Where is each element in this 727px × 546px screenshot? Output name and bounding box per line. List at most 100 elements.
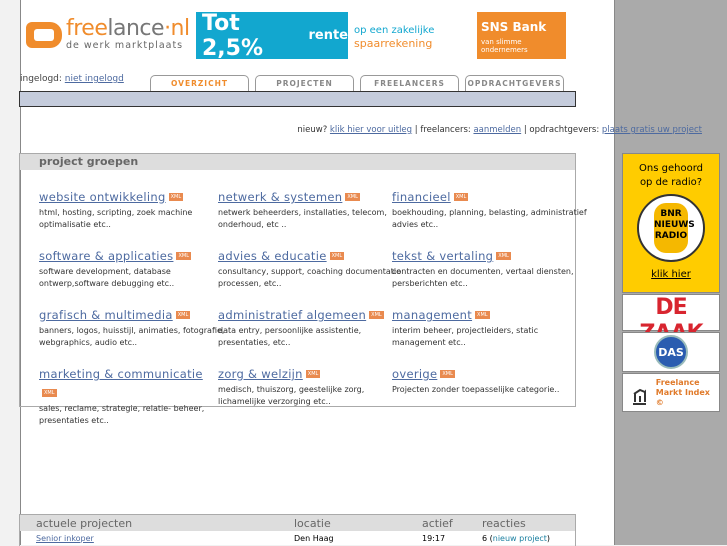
xml-feed-icon[interactable]: XML (305, 369, 321, 378)
project-groups-panel: project groepen website ontwikkeling XML h… (19, 153, 587, 425)
group-link[interactable]: zorg & welzijn (218, 367, 303, 381)
banner-line1: op een zakelijke (354, 25, 435, 36)
group-desc: software development, database ontwerp,so… (39, 266, 218, 290)
register-link[interactable]: aanmelden (473, 125, 521, 135)
freelance-market-index-ad[interactable]: Freelance Markt Index © (622, 373, 720, 412)
main-nav-tabs: OVERZICHT PROJECTEN FREELANCERS OPDRACHT… (150, 75, 564, 92)
tab-opdrachtgevers[interactable]: OPDRACHTGEVERS (465, 75, 564, 92)
logo-title-a: free (66, 16, 108, 41)
dezaak-ad[interactable]: DE ZAAKKENNISNETWERK VOOR ONDERNEMERS (622, 294, 720, 352)
info-line: nieuw? klik hier voor uitleg | freelance… (297, 125, 702, 135)
group-desc: interim beheer, projectleiders, static ma… (392, 325, 582, 349)
xml-feed-icon[interactable]: XML (453, 192, 469, 201)
group-desc: html, hosting, scripting, zoek machine op… (39, 207, 218, 231)
group-desc: boekhouding, planning, belasting, admini… (392, 207, 587, 231)
project-active: 19:17 (422, 534, 446, 543)
chart-icon (633, 388, 646, 405)
info-new: nieuw? (297, 125, 328, 135)
xml-feed-icon[interactable]: XML (42, 388, 57, 397)
login-link[interactable]: niet ingelogd (65, 74, 124, 84)
group-desc-line2: optimalisatie etc.. (39, 220, 111, 229)
table-row: Senior inkoper Den Haag 19:17 6 (nieuw p… (36, 534, 551, 543)
group-desc-line1: html, hosting, scripting, zoek machine (39, 208, 193, 217)
group-desc-line1: netwerk beheerders, installaties, teleco… (218, 208, 387, 217)
new-project-tag: nieuw project (492, 534, 547, 543)
bnr-link[interactable]: klik hier (651, 269, 691, 280)
group-desc-line2: persberichten etc.. (392, 279, 468, 288)
group-link[interactable]: software & applicaties (39, 249, 173, 263)
group-link[interactable]: website ontwikkeling (39, 190, 166, 204)
group-desc-line1: sales, reclame, strategie, relatie- behe… (39, 404, 205, 413)
group-link[interactable]: overige (392, 367, 437, 381)
group-desc-line1: banners, logos, huisstijl, animaties, fo… (39, 326, 225, 335)
group-desc: Projecten zonder toepasselijke categorie… (392, 384, 582, 396)
bnr-line1: Ons gehoord (639, 163, 703, 174)
tab-projecten[interactable]: PROJECTEN (255, 75, 354, 92)
group-desc-line1: interim beheer, projectleiders, static (392, 326, 539, 335)
project-group: software & applicaties XML software develo… (39, 245, 218, 290)
post-project-link[interactable]: plaats gratis uw project (602, 125, 702, 135)
group-desc-line1: Projecten zonder toepasselijke categorie… (392, 385, 560, 394)
project-link[interactable]: Senior inkoper (36, 534, 94, 543)
group-link[interactable]: tekst & vertaling (392, 249, 493, 263)
group-desc-line2: onderhoud, etc .. (218, 220, 287, 229)
xml-feed-icon[interactable]: XML (329, 251, 345, 260)
xml-feed-icon[interactable]: XML (345, 192, 360, 201)
xml-feed-icon[interactable]: XML (496, 251, 511, 260)
group-desc: data entry, persoonlijke assistentie, pre… (218, 325, 392, 349)
project-groups-title: project groepen (20, 154, 575, 170)
group-desc: consultancy, support, coaching documenta… (218, 266, 401, 290)
logo-subtitle: de werk marktplaats (66, 40, 184, 51)
logo-title-b: lance (107, 16, 165, 41)
header-title: actuele projecten (36, 516, 133, 530)
info-clients: | opdrachtgevers: (523, 125, 600, 135)
banner-brand: SNS Bank (481, 20, 547, 34)
project-group: financieel XML boekhouding, planning, bela… (392, 186, 587, 231)
banner-tagline: van slimme ondernemers (481, 38, 528, 54)
group-desc: contracten en documenten, vertaal dienst… (392, 266, 582, 290)
logo[interactable]: freelance·nl de werk marktplaats (26, 18, 190, 51)
project-groups-grid: website ontwikkeling XML html, hosting, sc… (20, 170, 587, 427)
project-group: netwerk & systemen XML netwerk beheerders,… (218, 186, 392, 231)
project-group: grafisch & multimedia XML banners, logos, … (39, 304, 224, 349)
group-link[interactable]: netwerk & systemen (218, 190, 342, 204)
group-link[interactable]: administratief algemeen (218, 308, 366, 322)
project-group: overige XML Projecten zonder toepasselijke… (392, 363, 582, 427)
group-desc: sales, reclame, strategie, relatie- behe… (39, 403, 218, 427)
login-label: ingelogd: (20, 74, 62, 84)
tab-freelancers[interactable]: FREELANCERS (360, 75, 459, 92)
das-logo: DAS (654, 335, 688, 369)
group-link[interactable]: grafisch & multimedia (39, 308, 173, 322)
das-ad[interactable]: DAS (622, 332, 720, 372)
group-desc-line2: processen, etc.. (218, 279, 282, 288)
banner-headline: Tot 2,5% (202, 10, 264, 61)
xml-feed-icon[interactable]: XML (440, 369, 455, 378)
xml-feed-icon[interactable]: XML (176, 251, 191, 260)
xml-feed-icon[interactable]: XML (475, 310, 490, 319)
xml-feed-icon[interactable]: XML (175, 310, 191, 319)
group-desc-line2: lichamelijke verzorging etc.. (218, 397, 331, 406)
explain-link[interactable]: klik hier voor uitleg (330, 125, 412, 135)
group-desc-line1: contracten en documenten, vertaal dienst… (392, 267, 574, 276)
group-desc-line1: data entry, persoonlijke assistentie, (218, 326, 362, 335)
group-link[interactable]: management (392, 308, 472, 322)
group-desc-line2: presentaties etc.. (39, 416, 109, 425)
xml-feed-icon[interactable]: XML (369, 310, 384, 319)
bnr-radio-ad[interactable]: Ons gehoord op de radio? BNR NIEUWS RADI… (622, 153, 720, 293)
project-group: marketing & communicatie XML sales, reclam… (39, 363, 218, 427)
login-status: ingelogd: niet ingelogd (20, 74, 124, 84)
group-desc-line2: advies etc.. (392, 220, 439, 229)
sns-banner-ad[interactable]: Tot 2,5% rente op een zakelijke spaarreken… (196, 10, 566, 61)
group-link[interactable]: financieel (392, 190, 451, 204)
group-link[interactable]: marketing & communicatie (39, 367, 203, 381)
group-desc-line1: boekhouding, planning, belasting, admini… (392, 208, 587, 217)
xml-feed-icon[interactable]: XML (168, 192, 184, 201)
project-group: tekst & vertaling XML contracten en docume… (392, 245, 582, 290)
project-group: management XML interim beheer, projectleid… (392, 304, 582, 349)
logo-icon (26, 21, 62, 48)
bnr-logo: BNR NIEUWS RADIO (654, 203, 695, 253)
group-link[interactable]: advies & educatie (218, 249, 327, 263)
tab-overzicht[interactable]: OVERZICHT (150, 75, 249, 92)
header-reactions: reacties (482, 516, 526, 530)
group-desc-line2: management etc.. (392, 338, 466, 347)
